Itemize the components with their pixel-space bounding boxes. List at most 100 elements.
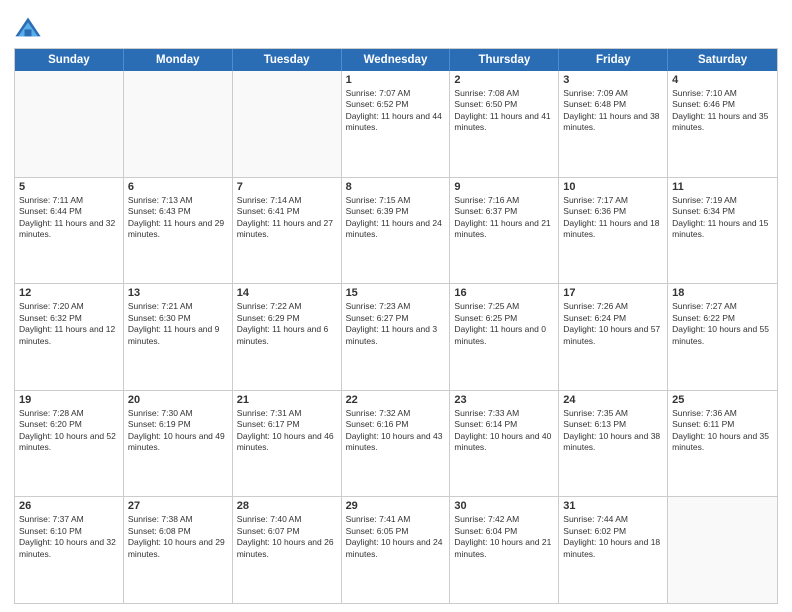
day-number: 5 — [19, 181, 119, 193]
calendar-day-18: 18Sunrise: 7:27 AM Sunset: 6:22 PM Dayli… — [668, 284, 777, 390]
day-number: 9 — [454, 181, 554, 193]
day-number: 30 — [454, 500, 554, 512]
calendar-day-16: 16Sunrise: 7:25 AM Sunset: 6:25 PM Dayli… — [450, 284, 559, 390]
day-number: 8 — [346, 181, 446, 193]
day-info: Sunrise: 7:36 AM Sunset: 6:11 PM Dayligh… — [672, 408, 773, 454]
calendar-day-22: 22Sunrise: 7:32 AM Sunset: 6:16 PM Dayli… — [342, 391, 451, 497]
day-number: 10 — [563, 181, 663, 193]
calendar-day-15: 15 Sunrise: 7:23 AM Sunset: 6:27 PM Dayli… — [342, 284, 451, 390]
day-number: 16 — [454, 287, 554, 299]
header — [14, 10, 778, 42]
day-info: Sunrise: 7:15 AM Sunset: 6:39 PM Dayligh… — [346, 195, 446, 241]
calendar-header: SundayMondayTuesdayWednesdayThursdayFrid… — [15, 49, 777, 71]
day-number: 1 — [346, 74, 446, 86]
calendar-day-12: 12 Sunrise: 7:20 AM Sunset: 6:32 PM Dayli… — [15, 284, 124, 390]
calendar-day-24: 24 Sunrise: 7:35 AM Sunset: 6:13 PM Dayli… — [559, 391, 668, 497]
day-number: 7 — [237, 181, 337, 193]
day-number: 23 — [454, 394, 554, 406]
calendar-day-8: 8 Sunrise: 7:15 AM Sunset: 6:39 PM Daylig… — [342, 178, 451, 284]
calendar-day-20: 20Sunrise: 7:30 AM Sunset: 6:19 PM Dayli… — [124, 391, 233, 497]
calendar-day-30: 30 Sunrise: 7:42 AM Sunset: 6:04 PM Dayli… — [450, 497, 559, 603]
calendar-day-4: 4 Sunrise: 7:10 AM Sunset: 6:46 PM Daylig… — [668, 71, 777, 177]
page: SundayMondayTuesdayWednesdayThursdayFrid… — [0, 0, 792, 612]
header-day-wednesday: Wednesday — [342, 49, 451, 71]
calendar-week-1: 1Sunrise: 7:07 AM Sunset: 6:52 PM Daylig… — [15, 71, 777, 177]
day-number: 24 — [563, 394, 663, 406]
day-number: 4 — [672, 74, 773, 86]
calendar-day-21: 21 Sunrise: 7:31 AM Sunset: 6:17 PM Dayli… — [233, 391, 342, 497]
calendar-empty-cell — [15, 71, 124, 177]
day-info: Sunrise: 7:38 AM Sunset: 6:08 PM Dayligh… — [128, 514, 228, 560]
day-info: Sunrise: 7:08 AM Sunset: 6:50 PM Dayligh… — [454, 88, 554, 134]
logo — [14, 14, 46, 42]
calendar-day-28: 28 Sunrise: 7:40 AM Sunset: 6:07 PM Dayli… — [233, 497, 342, 603]
day-info: Sunrise: 7:13 AM Sunset: 6:43 PM Dayligh… — [128, 195, 228, 241]
day-info: Sunrise: 7:23 AM Sunset: 6:27 PM Dayligh… — [346, 301, 446, 347]
day-info: Sunrise: 7:16 AM Sunset: 6:37 PM Dayligh… — [454, 195, 554, 241]
day-number: 22 — [346, 394, 446, 406]
day-info: Sunrise: 7:40 AM Sunset: 6:07 PM Dayligh… — [237, 514, 337, 560]
calendar-day-26: 26 Sunrise: 7:37 AM Sunset: 6:10 PM Dayli… — [15, 497, 124, 603]
calendar-body: 1Sunrise: 7:07 AM Sunset: 6:52 PM Daylig… — [15, 71, 777, 603]
header-day-monday: Monday — [124, 49, 233, 71]
calendar-empty-cell — [124, 71, 233, 177]
day-info: Sunrise: 7:20 AM Sunset: 6:32 PM Dayligh… — [19, 301, 119, 347]
calendar-day-3: 3 Sunrise: 7:09 AM Sunset: 6:48 PM Daylig… — [559, 71, 668, 177]
day-info: Sunrise: 7:44 AM Sunset: 6:02 PM Dayligh… — [563, 514, 663, 560]
header-day-sunday: Sunday — [15, 49, 124, 71]
calendar-day-31: 31 Sunrise: 7:44 AM Sunset: 6:02 PM Dayli… — [559, 497, 668, 603]
day-info: Sunrise: 7:35 AM Sunset: 6:13 PM Dayligh… — [563, 408, 663, 454]
day-number: 26 — [19, 500, 119, 512]
day-number: 12 — [19, 287, 119, 299]
calendar-week-2: 5 Sunrise: 7:11 AM Sunset: 6:44 PM Daylig… — [15, 177, 777, 284]
calendar-day-7: 7Sunrise: 7:14 AM Sunset: 6:41 PM Daylig… — [233, 178, 342, 284]
day-info: Sunrise: 7:10 AM Sunset: 6:46 PM Dayligh… — [672, 88, 773, 134]
calendar-day-10: 10 Sunrise: 7:17 AM Sunset: 6:36 PM Dayli… — [559, 178, 668, 284]
calendar-day-14: 14 Sunrise: 7:22 AM Sunset: 6:29 PM Dayli… — [233, 284, 342, 390]
day-number: 17 — [563, 287, 663, 299]
calendar-day-27: 27 Sunrise: 7:38 AM Sunset: 6:08 PM Dayli… — [124, 497, 233, 603]
day-number: 14 — [237, 287, 337, 299]
day-number: 19 — [19, 394, 119, 406]
calendar-day-9: 9 Sunrise: 7:16 AM Sunset: 6:37 PM Daylig… — [450, 178, 559, 284]
day-number: 27 — [128, 500, 228, 512]
calendar-day-2: 2Sunrise: 7:08 AM Sunset: 6:50 PM Daylig… — [450, 71, 559, 177]
day-number: 21 — [237, 394, 337, 406]
day-info: Sunrise: 7:37 AM Sunset: 6:10 PM Dayligh… — [19, 514, 119, 560]
header-day-thursday: Thursday — [450, 49, 559, 71]
day-number: 15 — [346, 287, 446, 299]
calendar-week-3: 12 Sunrise: 7:20 AM Sunset: 6:32 PM Dayli… — [15, 283, 777, 390]
day-info: Sunrise: 7:31 AM Sunset: 6:17 PM Dayligh… — [237, 408, 337, 454]
day-number: 6 — [128, 181, 228, 193]
day-info: Sunrise: 7:17 AM Sunset: 6:36 PM Dayligh… — [563, 195, 663, 241]
logo-icon — [14, 14, 42, 42]
day-number: 3 — [563, 74, 663, 86]
day-number: 28 — [237, 500, 337, 512]
day-info: Sunrise: 7:21 AM Sunset: 6:30 PM Dayligh… — [128, 301, 228, 347]
day-info: Sunrise: 7:19 AM Sunset: 6:34 PM Dayligh… — [672, 195, 773, 241]
calendar-day-13: 13Sunrise: 7:21 AM Sunset: 6:30 PM Dayli… — [124, 284, 233, 390]
day-info: Sunrise: 7:09 AM Sunset: 6:48 PM Dayligh… — [563, 88, 663, 134]
day-number: 25 — [672, 394, 773, 406]
day-number: 20 — [128, 394, 228, 406]
header-day-saturday: Saturday — [668, 49, 777, 71]
day-info: Sunrise: 7:33 AM Sunset: 6:14 PM Dayligh… — [454, 408, 554, 454]
day-info: Sunrise: 7:22 AM Sunset: 6:29 PM Dayligh… — [237, 301, 337, 347]
calendar-week-4: 19Sunrise: 7:28 AM Sunset: 6:20 PM Dayli… — [15, 390, 777, 497]
day-info: Sunrise: 7:42 AM Sunset: 6:04 PM Dayligh… — [454, 514, 554, 560]
calendar-day-17: 17Sunrise: 7:26 AM Sunset: 6:24 PM Dayli… — [559, 284, 668, 390]
day-number: 31 — [563, 500, 663, 512]
calendar-day-23: 23 Sunrise: 7:33 AM Sunset: 6:14 PM Dayli… — [450, 391, 559, 497]
calendar-week-5: 26 Sunrise: 7:37 AM Sunset: 6:10 PM Dayli… — [15, 496, 777, 603]
calendar-day-25: 25 Sunrise: 7:36 AM Sunset: 6:11 PM Dayli… — [668, 391, 777, 497]
header-day-tuesday: Tuesday — [233, 49, 342, 71]
day-info: Sunrise: 7:27 AM Sunset: 6:22 PM Dayligh… — [672, 301, 773, 347]
day-number: 11 — [672, 181, 773, 193]
calendar-day-19: 19Sunrise: 7:28 AM Sunset: 6:20 PM Dayli… — [15, 391, 124, 497]
calendar-empty-cell — [233, 71, 342, 177]
calendar-day-29: 29Sunrise: 7:41 AM Sunset: 6:05 PM Dayli… — [342, 497, 451, 603]
calendar-day-6: 6 Sunrise: 7:13 AM Sunset: 6:43 PM Daylig… — [124, 178, 233, 284]
calendar: SundayMondayTuesdayWednesdayThursdayFrid… — [14, 48, 778, 604]
calendar-day-5: 5 Sunrise: 7:11 AM Sunset: 6:44 PM Daylig… — [15, 178, 124, 284]
day-info: Sunrise: 7:11 AM Sunset: 6:44 PM Dayligh… — [19, 195, 119, 241]
